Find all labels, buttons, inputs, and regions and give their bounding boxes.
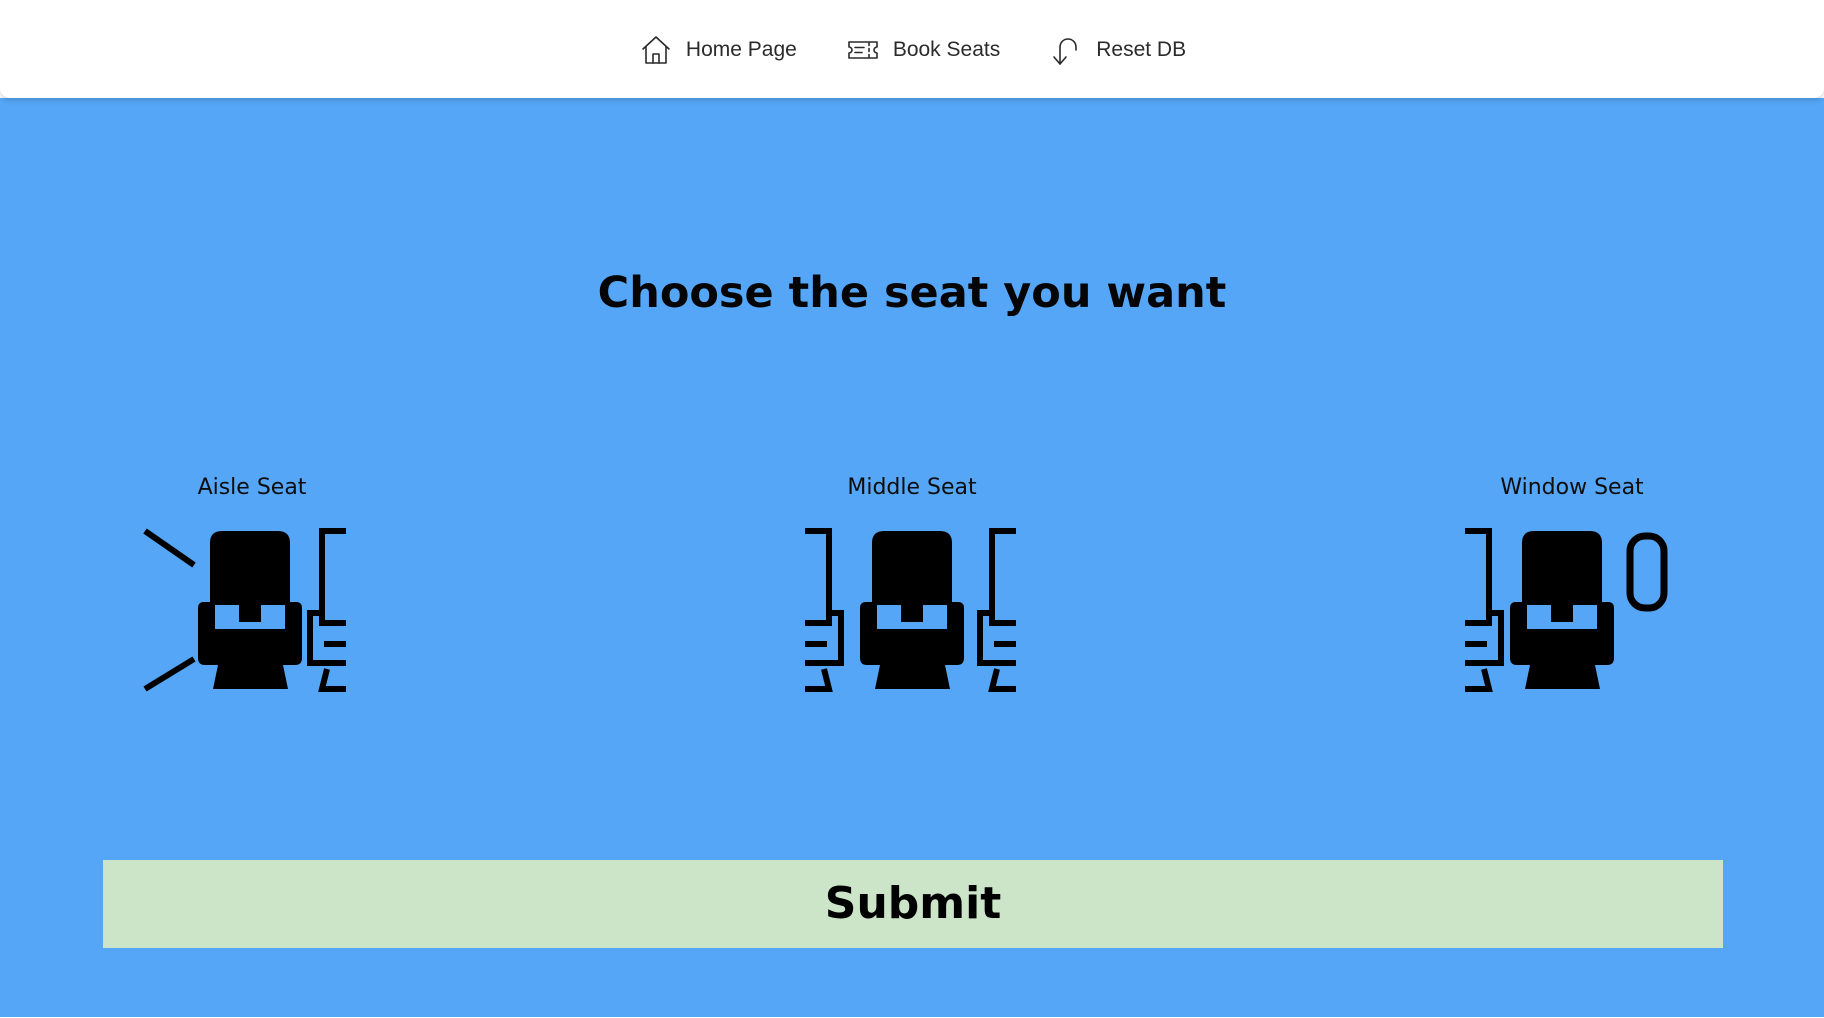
submit-button[interactable]: Submit: [103, 860, 1723, 948]
seat-label-window: Window Seat: [1500, 475, 1644, 500]
undo-arrow-icon: [1048, 32, 1084, 68]
app-window: Home Page Book Seats Reset DB Choose the…: [0, 0, 1824, 1018]
page-title: Choose the seat you want: [597, 268, 1227, 318]
nav-label-reset-db: Reset DB: [1096, 38, 1187, 61]
seat-option-window[interactable]: Window Seat: [1452, 473, 1692, 695]
home-icon: [638, 32, 674, 68]
top-navigation-bar: Home Page Book Seats Reset DB: [0, 0, 1824, 98]
nav-item-home[interactable]: Home Page: [638, 32, 797, 68]
nav-item-book-seats[interactable]: Book Seats: [845, 32, 1000, 68]
ticket-icon: [845, 32, 881, 68]
aisle-seat-icon[interactable]: [137, 525, 367, 695]
seat-label-middle: Middle Seat: [847, 475, 977, 500]
seat-option-middle[interactable]: Middle Seat: [792, 473, 1032, 695]
main-panel: Choose the seat you want Aisle Seat Midd…: [0, 98, 1824, 1017]
nav-label-home: Home Page: [685, 38, 797, 61]
seat-label-aisle: Aisle Seat: [197, 475, 307, 500]
middle-seat-icon[interactable]: [797, 525, 1027, 695]
seat-option-aisle[interactable]: Aisle Seat: [132, 473, 372, 695]
window-seat-icon[interactable]: [1457, 525, 1687, 695]
nav-label-book-seats: Book Seats: [892, 38, 1001, 61]
nav-item-reset-db[interactable]: Reset DB: [1048, 32, 1186, 68]
nav-list: Home Page Book Seats Reset DB: [638, 32, 1186, 68]
